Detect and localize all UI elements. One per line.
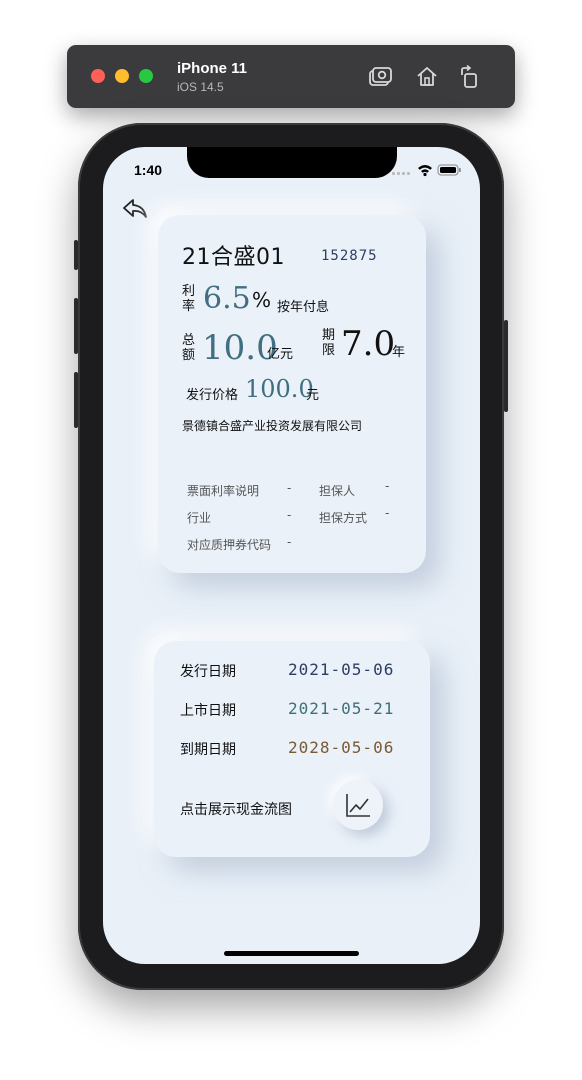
rate-payment-note: 按年付息 — [277, 300, 330, 315]
issue-date-label: 发行日期 — [180, 664, 236, 680]
minimize-window-button[interactable] — [115, 69, 129, 83]
back-arrow-icon[interactable] — [121, 197, 149, 221]
status-icons — [392, 164, 461, 177]
maturity-date-value: 2028-05-06 — [288, 738, 395, 757]
guarantee-type-label: 担保方式 — [319, 511, 368, 525]
phone-screen: 1:40 21合盛01 152875 利率 6.5 % 按年付息 总额 10.0… — [103, 147, 480, 964]
notch — [187, 147, 397, 178]
issuer-name: 景德镇合盛产业投资发展有限公司 — [182, 419, 363, 433]
cashflow-chart-label[interactable]: 点击展示现金流图 — [180, 799, 292, 819]
zoom-window-button[interactable] — [139, 69, 153, 83]
close-window-button[interactable] — [91, 69, 105, 83]
rotate-icon[interactable] — [457, 64, 483, 90]
price-value: 100.0 — [245, 375, 314, 403]
wifi-icon — [418, 165, 432, 177]
battery-icon — [437, 164, 461, 176]
rate-label: 利率 — [182, 284, 196, 314]
coupon-note-value: - — [287, 481, 292, 495]
signal-icon — [392, 172, 410, 175]
industry-value: - — [287, 508, 292, 522]
rate-unit: % — [252, 288, 272, 312]
bond-name: 21合盛01 — [182, 245, 285, 270]
mute-switch — [74, 240, 78, 270]
simulator-title-bar: iPhone 11 iOS 14.5 — [67, 45, 515, 108]
device-name: iPhone 11 — [177, 60, 248, 77]
bond-code: 152875 — [321, 248, 378, 264]
listing-date-label: 上市日期 — [180, 703, 236, 719]
home-icon[interactable] — [414, 64, 440, 90]
dates-card: 发行日期 2021-05-06 上市日期 2021-05-21 到期日期 202… — [154, 641, 430, 857]
bond-info-card: 21合盛01 152875 利率 6.5 % 按年付息 总额 10.0 亿元 期… — [158, 215, 426, 573]
maturity-date-label: 到期日期 — [180, 742, 236, 758]
industry-label: 行业 — [187, 511, 212, 525]
guarantor-label: 担保人 — [319, 484, 356, 498]
term-unit: 年 — [392, 345, 406, 360]
volume-down-button — [74, 372, 78, 428]
rate-value: 6.5 — [203, 281, 251, 316]
guarantor-value: - — [385, 479, 390, 493]
term-label: 期限 — [322, 328, 336, 358]
cashflow-chart-button[interactable] — [333, 780, 383, 830]
price-label: 发行价格 — [186, 388, 239, 403]
line-chart-icon — [346, 794, 370, 817]
term-value: 7.0 — [341, 324, 396, 364]
amount-label: 总额 — [182, 333, 196, 363]
price-unit: 元 — [306, 388, 320, 403]
guarantee-type-value: - — [385, 506, 390, 520]
listing-date-value: 2021-05-21 — [288, 699, 395, 718]
screenshot-icon[interactable] — [367, 64, 393, 90]
pledge-code-value: - — [287, 535, 292, 549]
coupon-note-label: 票面利率说明 — [187, 484, 260, 498]
volume-up-button — [74, 298, 78, 354]
os-version: iOS 14.5 — [177, 80, 224, 94]
status-time: 1:40 — [134, 162, 163, 178]
amount-unit: 亿元 — [267, 347, 294, 362]
home-indicator[interactable] — [224, 951, 359, 956]
issue-date-value: 2021-05-06 — [288, 660, 395, 679]
power-button — [504, 320, 508, 412]
pledge-code-label: 对应质押券代码 — [187, 538, 272, 552]
